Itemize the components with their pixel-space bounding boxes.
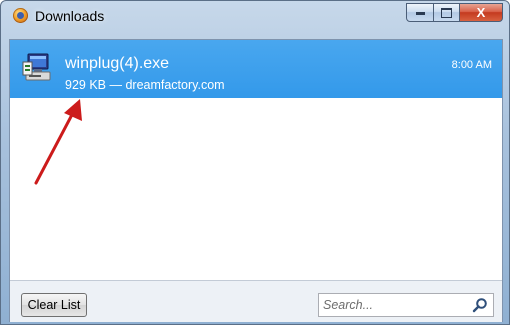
downloads-panel: winplug(4).exe 929 KB — dreamfactory.com… bbox=[9, 39, 503, 322]
minimize-icon bbox=[415, 12, 425, 15]
download-time: 8:00 AM bbox=[451, 59, 492, 71]
search-input[interactable] bbox=[323, 296, 463, 314]
download-details: 929 KB — dreamfactory.com bbox=[65, 78, 225, 92]
maximize-button[interactable] bbox=[433, 3, 460, 22]
downloads-list[interactable]: winplug(4).exe 929 KB — dreamfactory.com… bbox=[10, 40, 502, 280]
title-bar[interactable]: Downloads X bbox=[1, 1, 510, 31]
bottom-toolbar: Clear List bbox=[10, 280, 502, 322]
installer-icon bbox=[22, 53, 51, 81]
red-arrow-icon bbox=[34, 99, 82, 185]
download-item[interactable]: winplug(4).exe 929 KB — dreamfactory.com… bbox=[10, 40, 502, 98]
downloads-window: Downloads X winplug(4).exe 929 KB — drea… bbox=[0, 0, 510, 325]
close-button[interactable]: X bbox=[459, 3, 503, 22]
minimize-button[interactable] bbox=[406, 3, 434, 22]
search-box[interactable] bbox=[318, 293, 494, 317]
firefox-icon bbox=[13, 8, 28, 23]
download-filename: winplug(4).exe bbox=[65, 55, 170, 72]
maximize-icon bbox=[441, 8, 452, 18]
window-title: Downloads bbox=[35, 8, 105, 24]
close-icon: X bbox=[476, 5, 486, 20]
clear-list-button[interactable]: Clear List bbox=[21, 293, 87, 317]
search-icon[interactable] bbox=[472, 297, 488, 313]
